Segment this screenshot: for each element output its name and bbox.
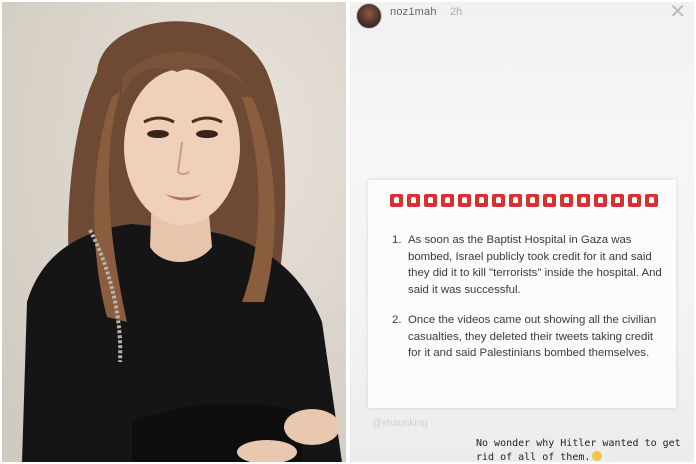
siren-icon: [390, 194, 403, 207]
siren-icon: [509, 194, 522, 207]
timestamp: 2h: [450, 6, 463, 18]
list-item-text: Once the videos came out showing all the…: [408, 314, 657, 359]
siren-icon: [458, 194, 471, 207]
siren-icon: [543, 194, 556, 207]
story-header: noz1mah 2h ✕: [350, 2, 694, 29]
collage: noz1mah 2h ✕ 1. As soon as the Baptist H…: [0, 0, 696, 464]
story-caption: No wonder why Hitler wanted to get rid o…: [476, 438, 686, 462]
portrait-photo: [2, 2, 346, 462]
list-item-text: As soon as the Baptist Hospital in Gaza …: [408, 234, 662, 296]
list-item: 2. Once the videos came out showing all …: [392, 312, 662, 362]
siren-icon: [628, 194, 641, 207]
siren-icon: [492, 194, 505, 207]
close-icon[interactable]: ✕: [669, 2, 686, 22]
siren-icon: [611, 194, 624, 207]
list-item: 1. As soon as the Baptist Hospital in Ga…: [392, 232, 662, 298]
siren-icon: [424, 194, 437, 207]
smile-emoji-icon: [592, 450, 603, 461]
siren-icon: [594, 194, 607, 207]
siren-row: [390, 194, 660, 207]
siren-icon: [577, 194, 590, 207]
siren-icon: [407, 194, 420, 207]
siren-icon: [560, 194, 573, 207]
list-item-number: 2.: [392, 314, 402, 326]
siren-icon: [475, 194, 488, 207]
points-list: 1. As soon as the Baptist Hospital in Ga…: [392, 232, 662, 376]
siren-icon: [526, 194, 539, 207]
siren-icon: [441, 194, 454, 207]
source-handle: @shaunking: [372, 418, 428, 429]
siren-icon: [645, 194, 658, 207]
username[interactable]: noz1mah: [390, 6, 437, 18]
avatar[interactable]: [356, 3, 382, 29]
caption-text: No wonder why Hitler wanted to get rid o…: [476, 438, 681, 462]
list-item-number: 1.: [392, 234, 402, 246]
instagram-story: noz1mah 2h ✕ 1. As soon as the Baptist H…: [350, 2, 694, 462]
quoted-post-card: 1. As soon as the Baptist Hospital in Ga…: [368, 180, 676, 408]
